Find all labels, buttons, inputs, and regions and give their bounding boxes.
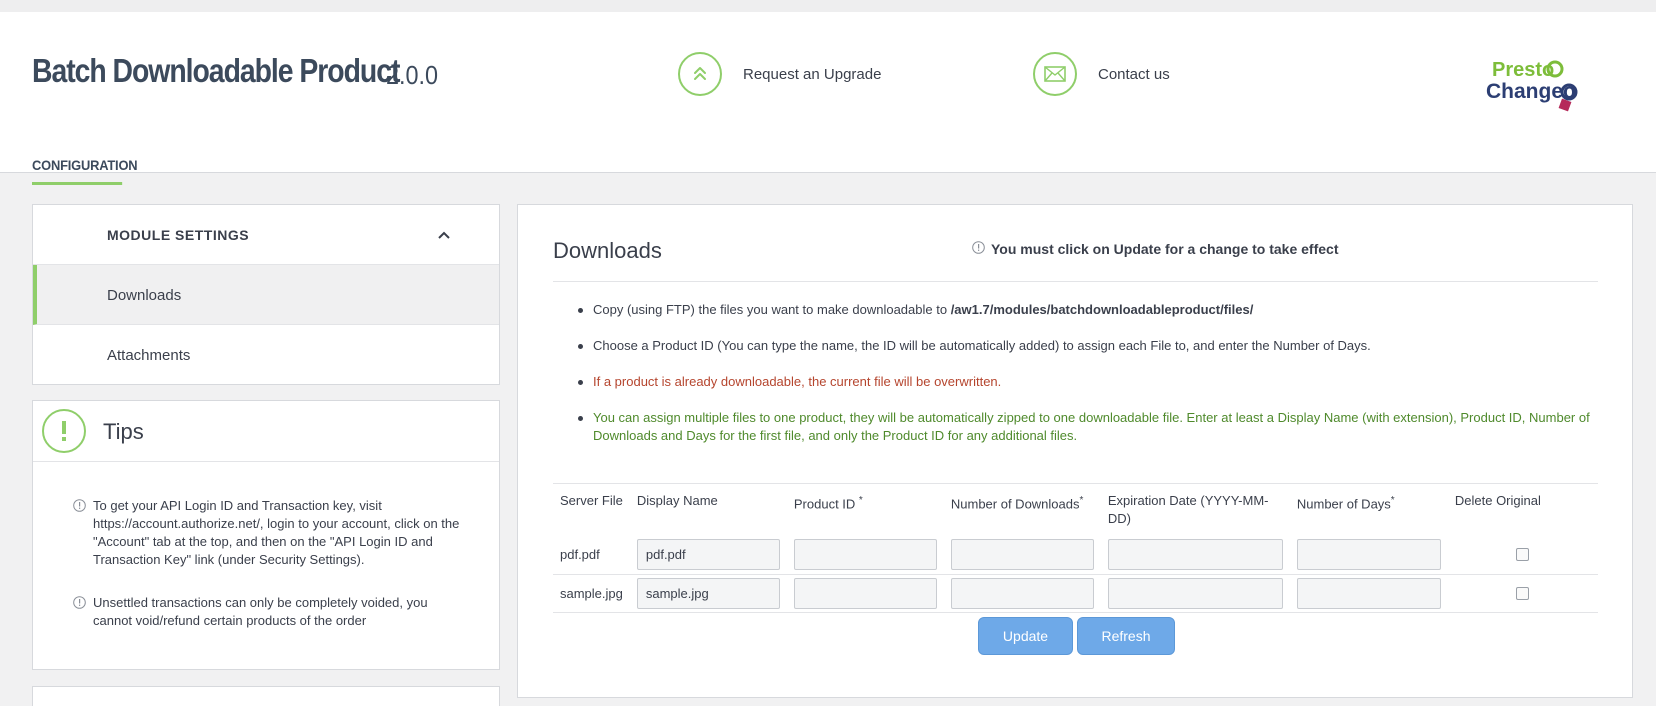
sidebar-item-label: Downloads xyxy=(107,287,182,304)
tip-item: To get your API Login ID and Transaction… xyxy=(73,497,463,569)
product-id-input[interactable] xyxy=(793,577,937,609)
number-of-days-input[interactable] xyxy=(1296,539,1441,571)
module-settings-title: MODULE SETTINGS xyxy=(107,227,250,243)
update-button[interactable]: Update xyxy=(978,617,1073,655)
col-expiration-date: Expiration Date (YYYY-MM-DD) xyxy=(1100,483,1290,536)
top-strip xyxy=(0,0,1656,12)
instruction-item: Copy (using FTP) the files you want to m… xyxy=(553,301,1598,319)
number-of-downloads-input[interactable] xyxy=(950,577,1094,609)
expiration-date-input[interactable] xyxy=(1107,539,1283,571)
product-id-input[interactable] xyxy=(793,539,937,571)
col-product-id: Product ID * xyxy=(786,483,944,536)
table-row: pdf.pdf pdf.pdf xyxy=(553,536,1598,575)
table-row: sample.jpg sample.jpg xyxy=(553,574,1598,613)
chevron-up-icon xyxy=(437,227,451,245)
divider xyxy=(553,281,1598,282)
page-title: Downloads xyxy=(553,238,662,263)
module-settings-header[interactable]: MODULE SETTINGS xyxy=(33,205,499,265)
instructions-list: Copy (using FTP) the files you want to m… xyxy=(553,301,1598,463)
request-upgrade-link[interactable]: Request an Upgrade xyxy=(678,52,881,96)
refresh-button[interactable]: Refresh xyxy=(1077,617,1175,655)
tip-text: To get your API Login ID and Transaction… xyxy=(93,498,460,567)
delete-original-checkbox[interactable] xyxy=(1516,548,1530,562)
header: Batch Downloadable Product 2.0.0 Request… xyxy=(0,12,1656,185)
exclamation-icon xyxy=(42,409,86,453)
info-icon xyxy=(972,241,985,257)
envelope-icon xyxy=(1033,52,1077,96)
expiration-date-input[interactable] xyxy=(1107,577,1283,609)
app-title: Batch Downloadable Product xyxy=(32,52,400,89)
module-settings-panel: MODULE SETTINGS Downloads Attachments xyxy=(32,204,500,385)
files-table: Server File Display Name Product ID * Nu… xyxy=(553,483,1598,613)
tips-panel: Tips To get your API Login ID and Transa… xyxy=(32,400,500,670)
multiple-files-note: You can assign multiple files to one pro… xyxy=(553,409,1598,445)
col-delete-original: Delete Original xyxy=(1447,483,1598,536)
sidebar-bottom-panel xyxy=(32,686,500,706)
tip-text: Unsettled transactions can only be compl… xyxy=(93,595,428,628)
server-file-cell: sample.jpg xyxy=(553,574,630,613)
overwrite-warning: If a product is already downloadable, th… xyxy=(553,373,1598,391)
col-server-file: Server File xyxy=(553,483,630,536)
server-file-cell: pdf.pdf xyxy=(553,536,630,575)
delete-original-checkbox[interactable] xyxy=(1516,586,1530,600)
info-icon xyxy=(73,596,86,614)
number-of-days-input[interactable] xyxy=(1296,577,1441,609)
display-name-input[interactable]: sample.jpg xyxy=(636,577,780,609)
instruction-item: Choose a Product ID (You can type the na… xyxy=(553,337,1598,355)
contact-us-link[interactable]: Contact us xyxy=(1033,52,1170,96)
tips-header: Tips xyxy=(33,401,499,462)
update-notice: You must click on Update for a change to… xyxy=(972,241,1338,257)
sidebar-item-downloads[interactable]: Downloads xyxy=(33,265,499,325)
sidebar-item-attachments[interactable]: Attachments xyxy=(33,325,499,385)
display-name-input[interactable]: pdf.pdf xyxy=(636,539,780,571)
instruction-text: Copy (using FTP) the files you want to m… xyxy=(593,302,951,317)
col-display-name: Display Name xyxy=(629,483,787,536)
update-notice-text: You must click on Update for a change to… xyxy=(991,241,1339,257)
presto-changeo-logo[interactable]: Presto Changeo xyxy=(1483,52,1593,114)
tips-title: Tips xyxy=(103,419,144,444)
tab-configuration[interactable]: CONFIGURATION xyxy=(32,145,138,185)
logo-text-line1: Presto xyxy=(1492,59,1554,81)
col-number-of-downloads: Number of Downloads* xyxy=(943,483,1101,536)
col-number-of-days: Number of Days* xyxy=(1289,483,1448,536)
info-icon xyxy=(73,499,86,517)
number-of-downloads-input[interactable] xyxy=(950,539,1094,571)
app-version: 2.0.0 xyxy=(386,60,439,90)
tip-item: Unsettled transactions can only be compl… xyxy=(73,594,463,630)
contact-us-label: Contact us xyxy=(1098,65,1170,83)
sidebar-item-label: Attachments xyxy=(107,347,191,364)
table-header-row: Server File Display Name Product ID * Nu… xyxy=(553,483,1598,536)
files-path: /aw1.7/modules/batchdownloadableproduct/… xyxy=(950,302,1254,317)
downloads-panel: Downloads You must click on Update for a… xyxy=(517,204,1633,698)
request-upgrade-label: Request an Upgrade xyxy=(743,65,882,83)
upgrade-icon xyxy=(678,52,722,96)
